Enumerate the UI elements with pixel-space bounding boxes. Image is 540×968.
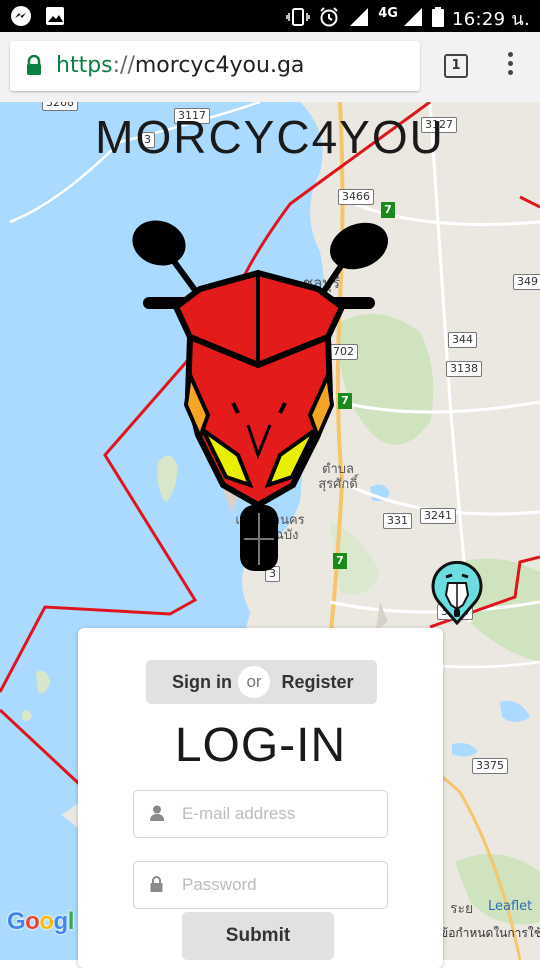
- network-type: 4G: [378, 6, 398, 21]
- lock-icon: [26, 54, 42, 80]
- status-bar: 4G 16:29 น.: [0, 0, 540, 32]
- url-text: https://morcyc4you.ga: [56, 53, 304, 78]
- route-shield: 3241: [420, 508, 456, 524]
- vibrate-icon: [286, 7, 310, 31]
- login-card: Sign in Register or LOG-IN Submit: [78, 628, 443, 968]
- browser-toolbar: https://morcyc4you.ga 1: [0, 32, 540, 102]
- tab-switcher-button[interactable]: 1: [444, 54, 468, 78]
- user-icon: [150, 805, 164, 826]
- password-field[interactable]: [133, 861, 388, 909]
- scooter-logo: [128, 215, 390, 576]
- image-icon: [44, 5, 66, 27]
- google-logo: Googl: [7, 908, 74, 935]
- email-field[interactable]: [133, 790, 388, 838]
- scooter-illustration: [132, 220, 389, 571]
- url-scheme: https: [56, 53, 113, 78]
- lock-icon: [150, 876, 163, 897]
- route-shield: 3466: [338, 189, 374, 205]
- leaflet-attribution-link[interactable]: Leaflet: [488, 899, 532, 914]
- alarm-icon: [318, 6, 340, 32]
- url-separator: ://: [112, 53, 135, 78]
- or-divider: or: [238, 666, 270, 698]
- password-input[interactable]: [180, 862, 384, 908]
- map-terms-link[interactable]: ข้อกำหนดในการใช้งาน: [440, 924, 540, 943]
- address-bar[interactable]: https://morcyc4you.ga: [10, 41, 420, 91]
- place-label: ระย: [450, 901, 474, 917]
- signal-icon-2: [402, 7, 424, 31]
- brand-title: MORCYC4YOU: [95, 111, 445, 163]
- auth-mode-toggle: Sign in Register or: [146, 660, 377, 704]
- scooter-pin-icon: [431, 560, 483, 626]
- signal-icon: [348, 7, 370, 31]
- register-button[interactable]: Register: [258, 660, 377, 704]
- route-shield: 3138: [446, 361, 482, 377]
- url-host: morcyc4you.ga: [134, 53, 305, 78]
- route-shield: 3375: [472, 758, 508, 774]
- email-input[interactable]: [180, 791, 384, 837]
- battery-icon: [431, 6, 444, 31]
- map-marker[interactable]: [430, 560, 484, 630]
- submit-button[interactable]: Submit: [182, 912, 334, 960]
- messenger-icon: [10, 5, 32, 27]
- route-shield: 349: [513, 274, 540, 290]
- route-shield: 344: [448, 332, 477, 348]
- overflow-menu-icon[interactable]: [498, 52, 522, 82]
- login-title: LOG-IN: [174, 719, 347, 772]
- clock: 16:29 น.: [451, 9, 530, 30]
